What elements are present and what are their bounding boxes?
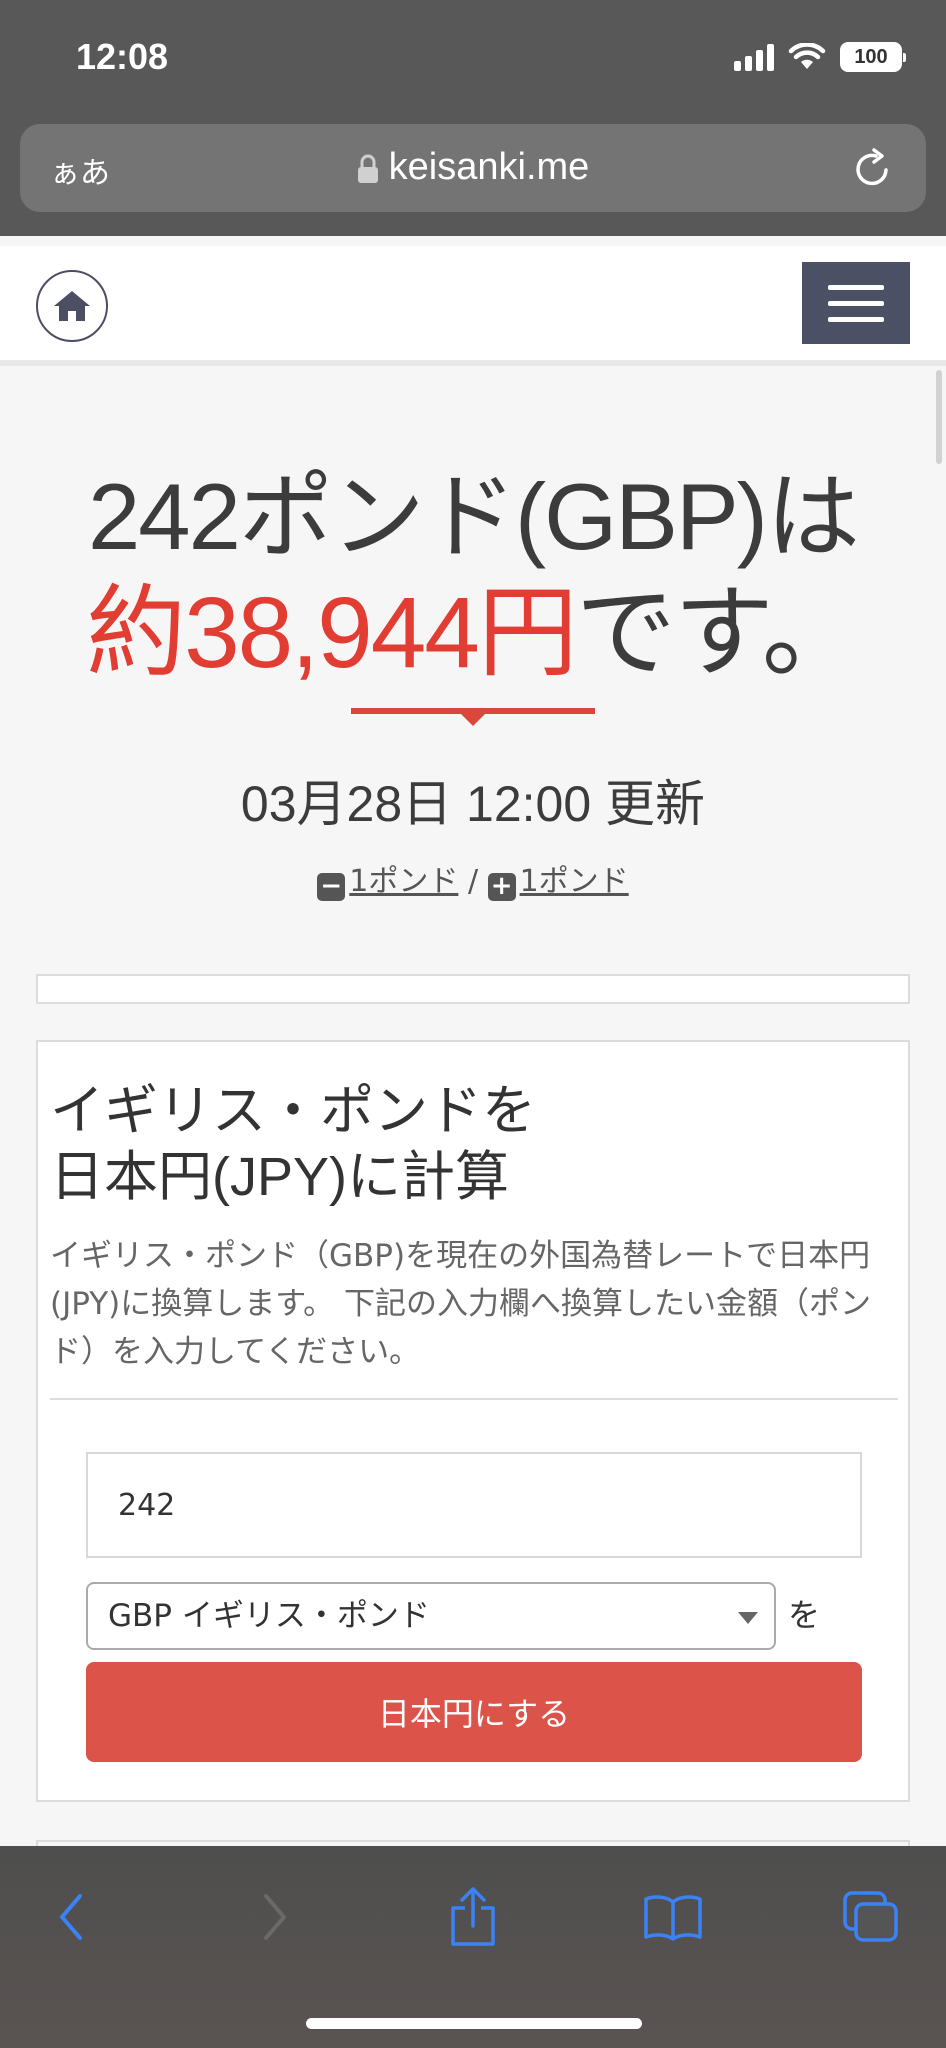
browser-bottom-toolbar bbox=[0, 1846, 946, 2048]
result-underline-pointer bbox=[461, 714, 485, 726]
yen-unit: 円 bbox=[477, 577, 578, 689]
converter-title: イギリス・ポンドを 日本円(JPY)に計算 bbox=[50, 1078, 536, 1210]
amount-input[interactable] bbox=[86, 1452, 862, 1558]
status-time: 12:08 bbox=[76, 36, 169, 77]
minus-icon: − bbox=[317, 873, 346, 901]
menu-line bbox=[828, 316, 884, 322]
wo-particle-label: を bbox=[788, 1596, 821, 1634]
tabs-button[interactable] bbox=[836, 1882, 906, 1952]
menu-line bbox=[828, 284, 884, 290]
conversion-result: 242ポンド(GBP)は 約38,944円です。 bbox=[0, 462, 946, 694]
url-display[interactable]: keisanki.me bbox=[20, 146, 926, 189]
converter-card: イギリス・ポンドを 日本円(JPY)に計算 イギリス・ポンド（GBP)を現在の外… bbox=[36, 1040, 910, 1802]
minus-one-pound-link[interactable]: 1ポンド bbox=[349, 864, 458, 899]
converter-description: イギリス・ポンド（GBP)を現在の外国為替レートで日本円(JPY)に換算します。… bbox=[50, 1238, 872, 1370]
lock-icon bbox=[357, 154, 378, 183]
chevron-left-icon bbox=[60, 1894, 82, 1940]
approx-prefix: 約 bbox=[86, 577, 186, 689]
amount-stepper: −1ポンド / +1ポンド bbox=[0, 856, 946, 901]
wifi-icon bbox=[788, 43, 826, 69]
stepper-separator: / bbox=[467, 864, 479, 899]
convert-to-yen-button[interactable]: 日本円にする bbox=[86, 1662, 862, 1762]
plus-icon: + bbox=[487, 873, 516, 901]
menu-line bbox=[828, 300, 884, 306]
share-button[interactable] bbox=[438, 1882, 508, 1952]
address-bar[interactable]: ぁあ keisanki.me bbox=[20, 124, 926, 212]
yen-value: 38,944 bbox=[184, 577, 480, 689]
result-suffix: です。 bbox=[575, 577, 862, 689]
forward-button[interactable] bbox=[240, 1882, 310, 1952]
url-text: keisanki.me bbox=[388, 146, 590, 188]
converter-title-line2: 日本円(JPY)に計算 bbox=[50, 1147, 509, 1207]
book-icon bbox=[644, 1895, 702, 1941]
result-yen-line: 約38,944円です。 bbox=[0, 572, 946, 694]
result-amount-text: 242ポンド(GBP)は bbox=[88, 464, 860, 569]
reload-icon[interactable] bbox=[852, 146, 894, 190]
home-indicator[interactable] bbox=[306, 2018, 642, 2029]
chevron-down-icon bbox=[738, 1612, 758, 1624]
converter-title-line1: イギリス・ポンドを bbox=[50, 1081, 536, 1141]
browser-top-chrome: 12:08 100 ぁあ keisanki.me bbox=[0, 0, 946, 236]
cellular-signal-icon bbox=[734, 43, 774, 71]
site-header bbox=[0, 246, 946, 366]
ad-placeholder-box bbox=[36, 974, 910, 1004]
currency-select[interactable]: GBP イギリス・ポンド bbox=[86, 1582, 776, 1650]
updated-timestamp: 03月28日 12:00 更新 bbox=[240, 776, 706, 832]
page-scrollbar[interactable] bbox=[936, 370, 942, 464]
bookmarks-button[interactable] bbox=[638, 1882, 708, 1952]
share-icon bbox=[451, 1887, 495, 1946]
currency-select-value: GBP イギリス・ポンド bbox=[108, 1598, 430, 1634]
status-icons: 100 bbox=[734, 42, 906, 72]
battery-icon: 100 bbox=[840, 42, 906, 72]
home-icon bbox=[54, 291, 90, 321]
divider bbox=[50, 1398, 898, 1400]
back-button[interactable] bbox=[36, 1882, 106, 1952]
plus-one-pound-link[interactable]: 1ポンド bbox=[520, 864, 629, 899]
chevron-right-icon bbox=[264, 1894, 286, 1940]
home-button[interactable] bbox=[36, 270, 108, 342]
tabs-icon bbox=[843, 1891, 898, 1942]
hamburger-menu-button[interactable] bbox=[802, 262, 910, 344]
